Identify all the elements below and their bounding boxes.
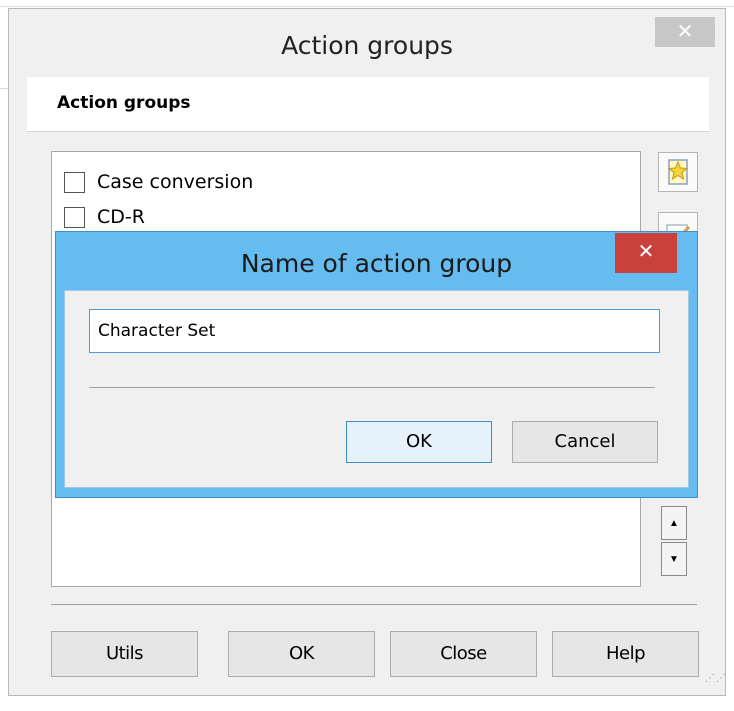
divider [89, 387, 655, 388]
move-up-button[interactable]: ▲ [661, 506, 687, 540]
star-icon [667, 159, 689, 185]
name-action-group-dialog: Name of action group ✕ OK Cancel [55, 231, 698, 498]
list-item-label: CD-R [97, 206, 145, 228]
list-item-label: Case conversion [97, 171, 254, 193]
dialog-title: Action groups [281, 31, 453, 60]
new-group-button[interactable] [658, 152, 698, 192]
close-icon[interactable]: ✕ [655, 17, 715, 47]
dialog-header: Action groups [27, 77, 709, 132]
list-item[interactable]: CD-R [64, 202, 145, 232]
modal-body: OK Cancel [64, 290, 689, 488]
ok-button[interactable]: OK [346, 421, 492, 463]
group-name-input[interactable] [89, 309, 660, 353]
header-label: Action groups [57, 93, 191, 113]
list-item[interactable]: Case conversion [64, 167, 253, 197]
utils-button[interactable]: Utils [51, 631, 198, 677]
checkbox[interactable] [64, 206, 85, 228]
background-divider [0, 6, 734, 7]
cancel-button[interactable]: Cancel [512, 421, 658, 463]
resize-grip-icon[interactable]: ⋰⋰ [705, 674, 726, 689]
close-icon[interactable]: ✕ [615, 233, 677, 273]
checkbox[interactable] [64, 171, 85, 193]
help-button[interactable]: Help [552, 631, 699, 677]
ok-button[interactable]: OK [228, 631, 375, 677]
divider [51, 604, 697, 605]
move-down-button[interactable]: ▼ [661, 542, 687, 576]
modal-title: Name of action group [240, 249, 513, 278]
close-button[interactable]: Close [390, 631, 537, 677]
